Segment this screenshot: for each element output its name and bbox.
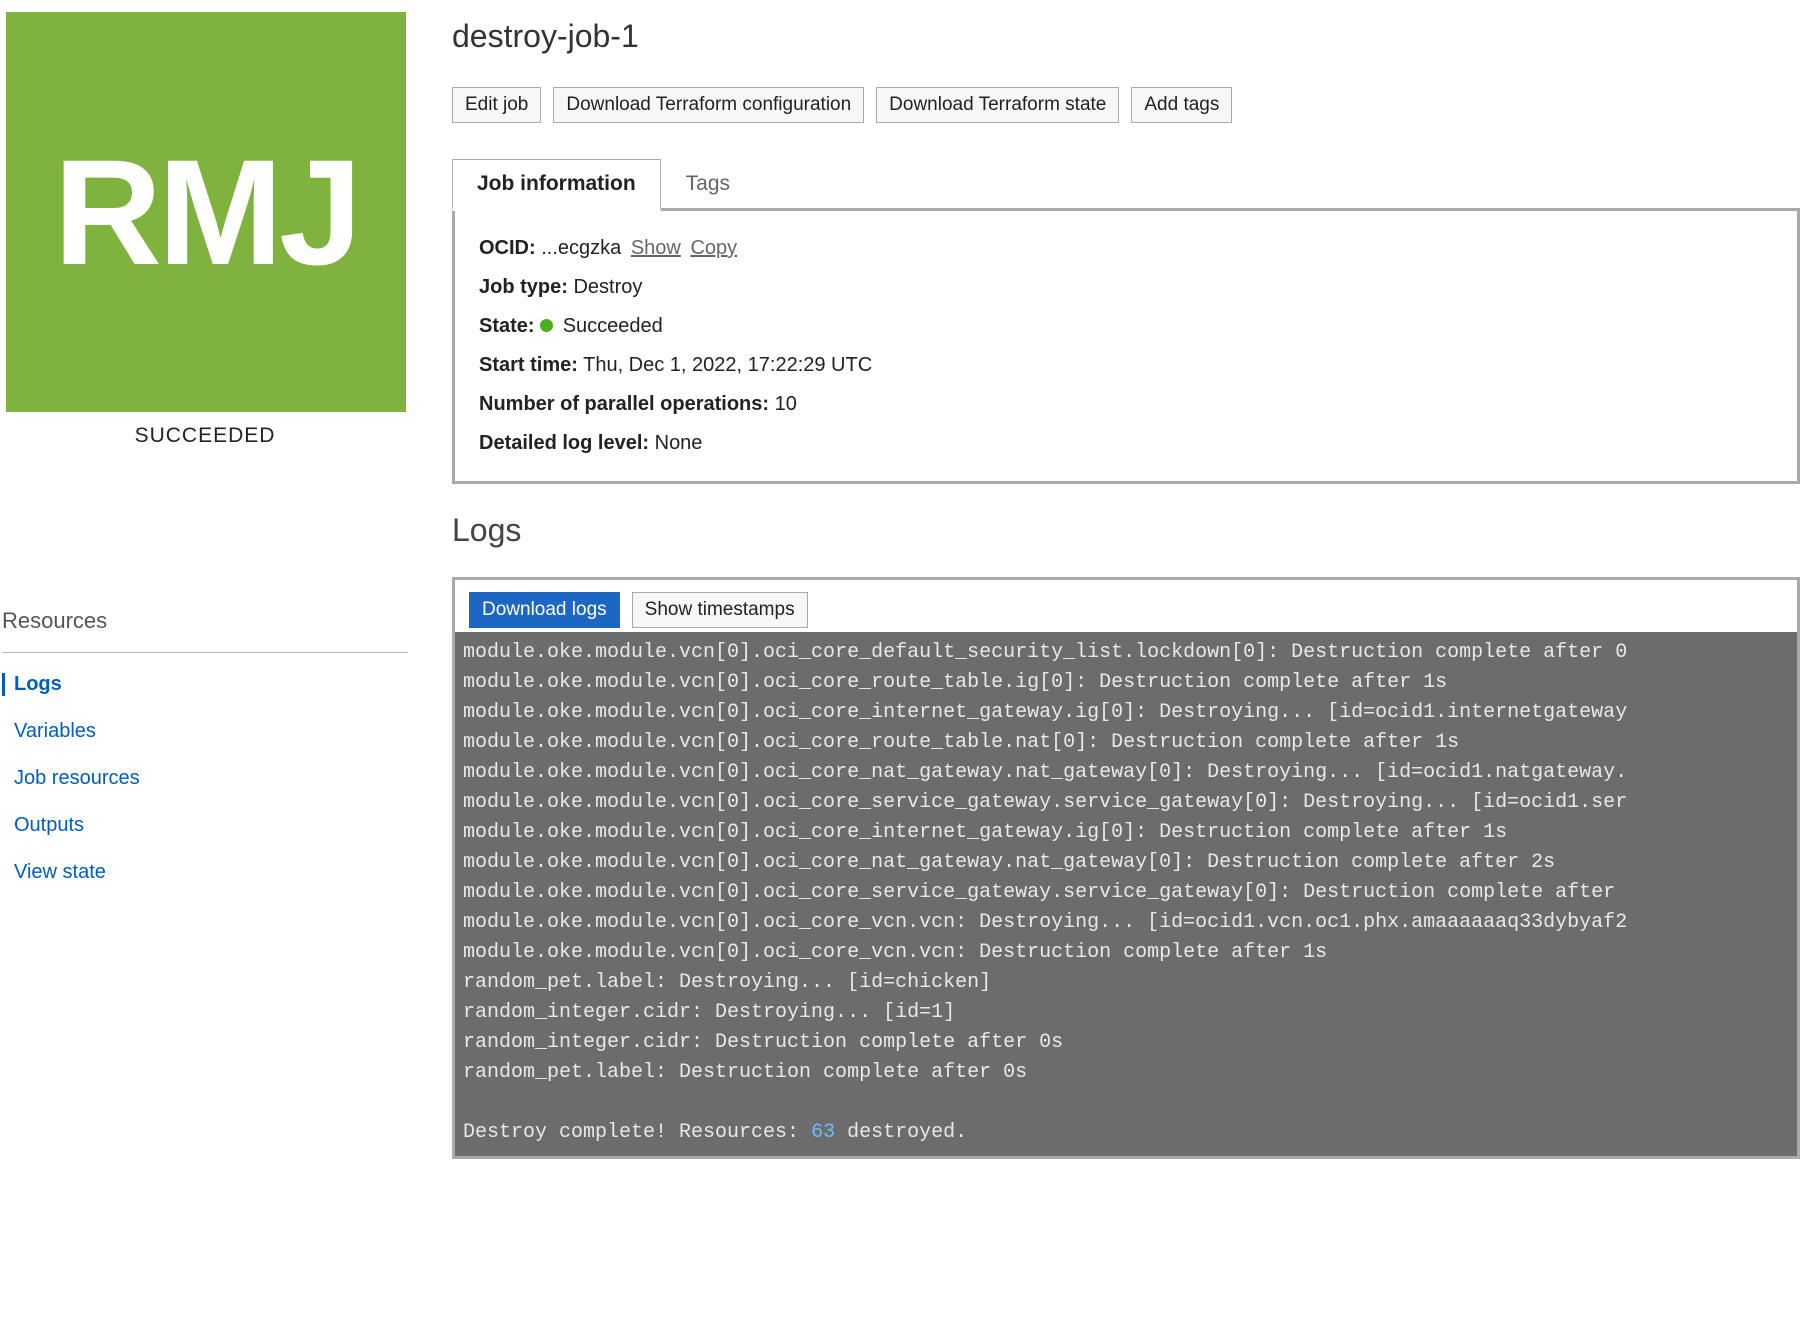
log-box: Download logs Show timestamps module.oke… [452, 577, 1800, 1159]
job-info-panel: OCID: ...ecgzka Show Copy Job type: Dest… [452, 211, 1800, 484]
nav-variables[interactable]: Variables [2, 720, 408, 743]
info-state: State: Succeeded [479, 315, 1773, 338]
log-toolbar: Download logs Show timestamps [455, 580, 1797, 632]
ocid-show-link[interactable]: Show [631, 237, 681, 259]
info-state-value: Succeeded [557, 315, 663, 337]
logs-heading: Logs [452, 512, 1800, 549]
info-start-time: Start time: Thu, Dec 1, 2022, 17:22:29 U… [479, 354, 1773, 377]
log-output[interactable]: module.oke.module.vcn[0].oci_core_defaul… [455, 632, 1797, 1156]
main-column: destroy-job-1 Edit job Download Terrafor… [410, 0, 1800, 1340]
tab-job-information[interactable]: Job information [452, 159, 661, 211]
info-job-type-label: Job type: [479, 276, 568, 298]
info-log-level-value: None [649, 432, 702, 454]
left-column: RMJ SUCCEEDED Resources Logs Variables J… [0, 0, 410, 1340]
info-ocid-value: ...ecgzka [536, 237, 622, 259]
info-state-label: State: [479, 315, 535, 337]
info-start-time-label: Start time: [479, 354, 578, 376]
download-config-button[interactable]: Download Terraform configuration [553, 87, 864, 123]
resources-nav: Logs Variables Job resources Outputs Vie… [2, 673, 408, 884]
job-tile: RMJ [6, 12, 406, 412]
nav-job-resources[interactable]: Job resources [2, 767, 408, 790]
info-parallel-label: Number of parallel operations: [479, 393, 769, 415]
info-log-level-label: Detailed log level: [479, 432, 649, 454]
action-row: Edit job Download Terraform configuratio… [452, 87, 1800, 123]
info-ocid-label: OCID: [479, 237, 536, 259]
download-logs-button[interactable]: Download logs [469, 592, 620, 628]
nav-outputs[interactable]: Outputs [2, 814, 408, 837]
job-tile-initials: RMJ [54, 126, 359, 299]
show-timestamps-button[interactable]: Show timestamps [632, 592, 808, 628]
ocid-copy-link[interactable]: Copy [690, 237, 737, 259]
resources-section: Resources Logs Variables Job resources O… [0, 608, 410, 884]
edit-job-button[interactable]: Edit job [452, 87, 541, 123]
info-ocid: OCID: ...ecgzka Show Copy [479, 237, 1773, 260]
info-job-type: Job type: Destroy [479, 276, 1773, 299]
info-parallel-value: 10 [769, 393, 797, 415]
tab-tags[interactable]: Tags [661, 159, 755, 208]
add-tags-button[interactable]: Add tags [1131, 87, 1232, 123]
state-dot-icon [540, 319, 553, 332]
job-tile-status: SUCCEEDED [0, 424, 410, 448]
tab-bar: Job information Tags [452, 159, 1800, 211]
download-state-button[interactable]: Download Terraform state [876, 87, 1119, 123]
info-start-time-value: Thu, Dec 1, 2022, 17:22:29 UTC [578, 354, 872, 376]
info-parallel: Number of parallel operations: 10 [479, 393, 1773, 416]
info-job-type-value: Destroy [568, 276, 642, 298]
nav-view-state[interactable]: View state [2, 861, 408, 884]
page-title: destroy-job-1 [452, 18, 1800, 55]
nav-logs[interactable]: Logs [2, 673, 408, 696]
info-log-level: Detailed log level: None [479, 432, 1773, 455]
resources-heading: Resources [2, 608, 408, 653]
